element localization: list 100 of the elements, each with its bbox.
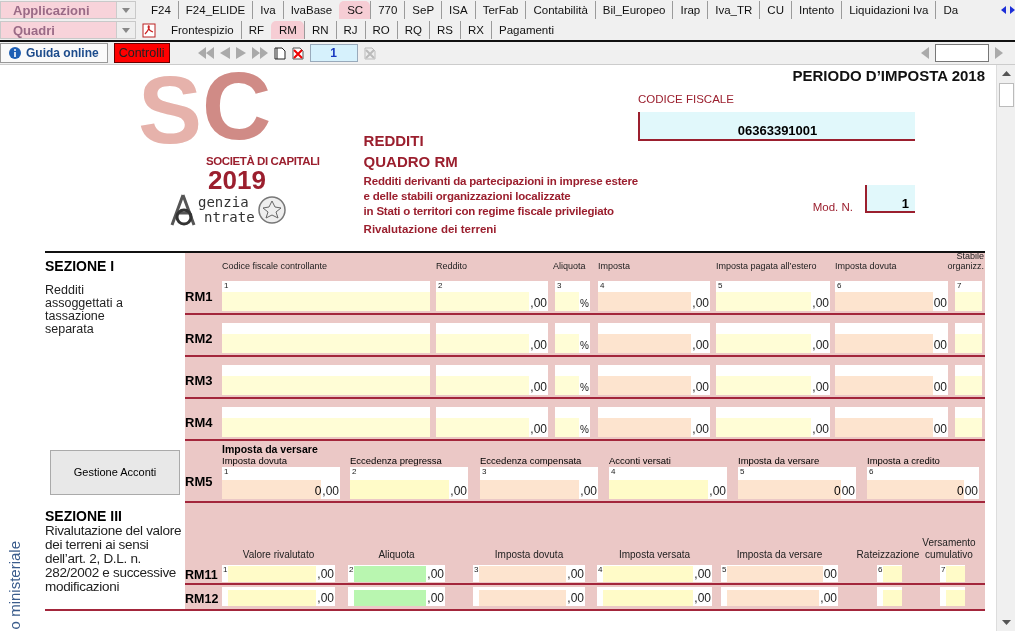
module-tab[interactable]: Liquidazioni Iva [841, 1, 936, 19]
input-field[interactable] [222, 376, 430, 395]
tab-scroll-arrows-icon[interactable] [1001, 5, 1015, 15]
scrollbar-thumb[interactable] [998, 83, 1014, 107]
form-section-tab[interactable]: RF [240, 21, 271, 39]
input-field[interactable] [436, 418, 530, 437]
input-field[interactable] [598, 376, 692, 395]
input-field[interactable] [436, 334, 530, 353]
module-tab[interactable]: 770 [370, 1, 405, 19]
input-field[interactable] [946, 590, 965, 606]
form-section-tab[interactable]: Frontespizio [164, 21, 241, 39]
input-field[interactable] [598, 418, 692, 437]
decimals-text: ,00 [529, 338, 548, 353]
module-tab[interactable]: Contabilità [525, 1, 595, 19]
online-help-button[interactable]: Guida online [0, 43, 108, 63]
input-field[interactable] [479, 590, 567, 606]
module-tab[interactable]: Da [935, 1, 966, 19]
input-field[interactable] [716, 376, 812, 395]
input-field[interactable] [555, 418, 580, 437]
module-tab[interactable]: Iva_TR [707, 1, 760, 19]
model-number-field[interactable]: 1 [865, 185, 915, 213]
input-field[interactable] [727, 566, 823, 582]
model-number-label: Mod. N. [812, 201, 853, 213]
scroll-down-icon[interactable] [1001, 620, 1011, 625]
form-section-tab[interactable]: RQ [396, 21, 430, 39]
input-field[interactable]: 0 [738, 480, 841, 499]
module-tab[interactable]: SC [339, 1, 371, 19]
input-field[interactable] [955, 418, 982, 437]
input-field[interactable] [883, 590, 902, 606]
input-field[interactable] [835, 376, 933, 395]
form-section-tab[interactable]: RS [429, 21, 461, 39]
input-field[interactable] [835, 334, 933, 353]
module-tab[interactable]: ISA [441, 1, 475, 19]
previous-page-icon[interactable] [219, 47, 230, 59]
page-number-field[interactable]: 1 [309, 44, 358, 62]
input-field[interactable] [716, 334, 812, 353]
input-field[interactable] [716, 418, 812, 437]
input-field[interactable] [603, 566, 694, 582]
form-section-tab[interactable]: RO [364, 21, 397, 39]
input-field[interactable]: 0 [222, 480, 322, 499]
checks-button[interactable]: Controlli [113, 43, 170, 63]
module-tab[interactable]: TerFab [474, 1, 526, 19]
input-field[interactable] [436, 292, 530, 311]
decimals-text: ,00 [566, 591, 585, 606]
module-tab[interactable]: F24_ELIDE [177, 1, 253, 19]
input-field[interactable] [354, 566, 427, 582]
input-field[interactable] [555, 292, 580, 311]
advance-payments-button[interactable]: Gestione Acconti [50, 449, 180, 495]
input-field[interactable] [727, 590, 820, 606]
form-section-tab[interactable]: Pagamenti [491, 21, 561, 39]
input-field[interactable] [228, 566, 317, 582]
decimals-text: 00 [932, 296, 948, 311]
module-tab[interactable]: Intento [791, 1, 842, 19]
decimals-text: ,00 [811, 422, 830, 437]
input-field[interactable] [480, 480, 580, 499]
pdf-icon[interactable] [142, 22, 156, 38]
module-tab[interactable]: Iva [252, 1, 283, 19]
input-field[interactable] [603, 590, 694, 606]
input-field[interactable] [555, 376, 580, 395]
form-section-tab[interactable]: RX [460, 21, 492, 39]
module-tab[interactable]: Bil_Europeo [594, 1, 673, 19]
vertical-scrollbar[interactable] [996, 65, 1015, 631]
input-field[interactable] [350, 480, 450, 499]
module-tab[interactable]: CU [759, 1, 791, 19]
next-icon[interactable] [995, 47, 1003, 59]
go-to-field[interactable] [935, 44, 989, 62]
input-field[interactable] [609, 480, 709, 499]
scroll-up-icon[interactable] [1001, 71, 1011, 76]
input-field[interactable] [222, 334, 430, 353]
input-field[interactable] [835, 418, 933, 437]
form-section-tab[interactable]: RN [303, 21, 336, 39]
input-field[interactable]: 0 [867, 480, 964, 499]
new-page-icon[interactable] [273, 46, 286, 60]
input-field[interactable] [228, 590, 317, 606]
last-page-icon[interactable] [251, 47, 268, 59]
input-field[interactable] [222, 418, 430, 437]
form-section-tab[interactable]: RJ [335, 21, 365, 39]
input-field[interactable] [955, 334, 982, 353]
input-field[interactable] [955, 376, 982, 395]
input-field[interactable] [835, 292, 933, 311]
delete-page-icon[interactable] [291, 46, 304, 60]
module-tab[interactable]: SeP [404, 1, 442, 19]
input-field[interactable] [883, 566, 902, 582]
input-field[interactable] [479, 566, 567, 582]
input-field[interactable] [354, 590, 427, 606]
form-section-tab[interactable]: RM [271, 21, 304, 39]
input-field[interactable] [598, 334, 692, 353]
input-field[interactable] [716, 292, 812, 311]
tax-code-field[interactable]: 06363391001 [638, 112, 915, 141]
input-field[interactable] [436, 376, 530, 395]
input-field[interactable] [946, 566, 965, 582]
input-field[interactable] [555, 334, 580, 353]
module-tab[interactable]: Irap [672, 1, 708, 19]
first-page-icon[interactable] [197, 47, 214, 59]
previous-icon[interactable] [921, 47, 929, 59]
input-field[interactable] [598, 292, 692, 311]
module-tab[interactable]: F24 [144, 1, 178, 19]
next-page-icon[interactable] [235, 47, 246, 59]
input-field[interactable] [222, 292, 430, 311]
input-field[interactable] [955, 292, 982, 311]
